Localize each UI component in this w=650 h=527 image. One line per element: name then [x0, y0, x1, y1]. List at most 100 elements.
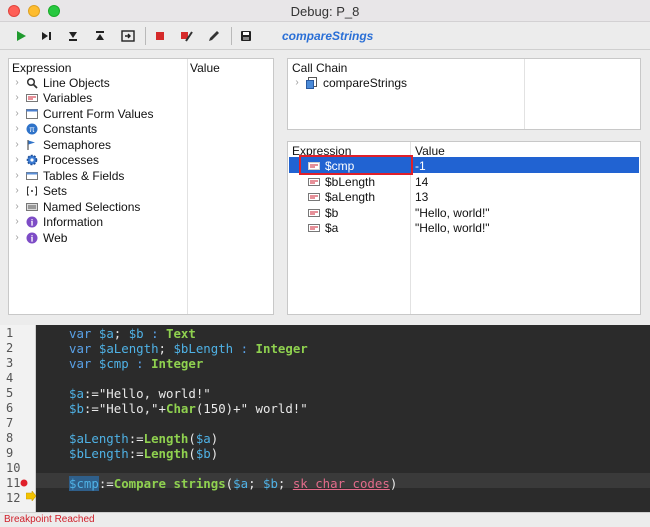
edit-button[interactable]	[204, 26, 224, 46]
locals-value-a: "Hello, world!"	[415, 221, 490, 235]
code-line-5: $a:="Hello, world!"	[69, 386, 211, 401]
chevron-right-icon[interactable]: ›	[12, 123, 22, 134]
locals-row-a[interactable]: $a	[308, 220, 338, 235]
step-out-button[interactable]	[90, 26, 110, 46]
play-icon	[17, 31, 26, 41]
save-icon	[241, 31, 251, 41]
variable-icon	[26, 92, 38, 104]
constant-icon: π	[26, 123, 38, 135]
chevron-right-icon[interactable]: ›	[12, 216, 22, 227]
status-text: Breakpoint Reached	[4, 514, 95, 525]
abort-icon	[121, 30, 135, 42]
tree-item-named-selections[interactable]: › Named Selections	[12, 199, 140, 214]
method-icon	[306, 76, 318, 89]
step-over-button[interactable]	[37, 26, 57, 46]
variable-icon	[308, 207, 320, 219]
chevron-right-icon[interactable]: ›	[12, 185, 22, 196]
set-icon	[26, 185, 38, 197]
magnifier-icon	[26, 77, 38, 89]
step-into-icon	[69, 32, 77, 41]
title-bar: Debug: P_8	[0, 0, 650, 22]
breakpoint-edit-icon	[181, 31, 193, 42]
tree-item-information[interactable]: › i Information	[12, 214, 103, 229]
highlight-annotation-box	[299, 155, 413, 175]
web-icon: i	[26, 232, 38, 244]
code-line-2: var $aLength; $bLength : Integer	[69, 341, 308, 356]
chevron-right-icon[interactable]: ›	[292, 77, 302, 88]
stop-icon	[156, 32, 164, 40]
chevron-right-icon[interactable]: ›	[12, 92, 22, 103]
locals-value-b: "Hello, world!"	[415, 206, 490, 220]
line-number: 12	[6, 491, 21, 505]
tree-item-line-objects[interactable]: › Line Objects	[12, 75, 109, 90]
code-editor[interactable]: 1 2 3 4 5 6 7 8 9 10 11 12 var $a; $b : …	[0, 325, 650, 512]
tree-item-constants[interactable]: › π Constants	[12, 121, 97, 136]
code-line-9: $bLength:=Length($b)	[69, 446, 219, 461]
code-line-11: $cmp:=Compare strings($a; $b; sk char co…	[69, 476, 398, 491]
line-number: 1	[6, 326, 14, 340]
line-number: 2	[6, 341, 14, 355]
variable-icon	[308, 176, 320, 188]
chevron-right-icon[interactable]: ›	[12, 139, 22, 150]
edit-breakpoints-button[interactable]	[177, 26, 197, 46]
selection-icon	[26, 201, 38, 213]
flag-icon	[26, 139, 38, 151]
locals-row-alength[interactable]: $aLength	[308, 189, 375, 204]
chevron-right-icon[interactable]: ›	[12, 77, 22, 88]
expression-column-header[interactable]: Expression	[12, 61, 71, 75]
code-line-8: $aLength:=Length($a)	[69, 431, 219, 446]
line-number: 10	[6, 461, 21, 475]
step-out-icon	[96, 31, 104, 40]
step-over-icon	[42, 32, 51, 40]
stop-button[interactable]	[150, 26, 170, 46]
call-chain-item[interactable]: › compareStrings	[292, 75, 407, 90]
code-line-6: $b:="Hello,"+Char(150)+" world!"	[69, 401, 308, 416]
locals-row-blength[interactable]: $bLength	[308, 174, 375, 189]
code-line-3: var $cmp : Integer	[69, 356, 204, 371]
locals-panel: Expression Value $cmp -1 $bLength 14 $aL…	[287, 141, 641, 315]
chevron-right-icon[interactable]: ›	[12, 232, 22, 243]
tree-item-current-form-values[interactable]: › Current Form Values	[12, 106, 153, 121]
locals-row-b[interactable]: $b	[308, 205, 338, 220]
locals-value-blength: 14	[415, 175, 429, 189]
window-title: Debug: P_8	[290, 4, 360, 19]
tree-item-tables-fields[interactable]: › Tables & Fields	[12, 168, 124, 183]
status-bar: Breakpoint Reached	[0, 512, 650, 527]
code-line-1: var $a; $b : Text	[69, 326, 196, 341]
variable-icon	[308, 222, 320, 234]
tree-item-variables[interactable]: › Variables	[12, 90, 92, 105]
chevron-right-icon[interactable]: ›	[12, 201, 22, 212]
execution-pointer-icon	[26, 491, 36, 501]
chevron-right-icon[interactable]: ›	[12, 108, 22, 119]
chevron-right-icon[interactable]: ›	[12, 154, 22, 165]
form-icon	[26, 108, 38, 120]
step-into-button[interactable]	[63, 26, 83, 46]
tree-item-sets[interactable]: › Sets	[12, 183, 67, 198]
breakpoint-dot-icon[interactable]	[20, 479, 28, 487]
table-icon	[26, 170, 38, 182]
run-button[interactable]	[11, 26, 31, 46]
line-number: 8	[6, 431, 14, 445]
tree-item-processes[interactable]: › Processes	[12, 152, 99, 167]
current-method-name: compareStrings	[282, 29, 374, 43]
abort-button[interactable]	[118, 26, 138, 46]
tree-item-web[interactable]: › i Web	[12, 230, 67, 245]
line-number: 7	[6, 416, 14, 430]
svg-text:π: π	[29, 125, 35, 134]
save-button[interactable]	[236, 26, 256, 46]
gear-icon	[26, 154, 38, 166]
tree-item-semaphores[interactable]: › Semaphores	[12, 137, 111, 152]
locals-value-header[interactable]: Value	[415, 144, 445, 158]
chevron-right-icon[interactable]: ›	[12, 170, 22, 181]
line-number: 9	[6, 446, 14, 460]
value-column-header[interactable]: Value	[190, 61, 220, 75]
line-number: 4	[6, 371, 14, 385]
line-number: 5	[6, 386, 14, 400]
pencil-icon	[209, 31, 219, 41]
line-number-gutter[interactable]: 1 2 3 4 5 6 7 8 9 10 11 12	[0, 325, 36, 512]
locals-value-alength: 13	[415, 190, 429, 204]
call-chain-header: Call Chain	[292, 61, 348, 75]
expression-panel: Expression Value › Line Objects › Variab…	[8, 58, 274, 315]
line-number: 6	[6, 401, 14, 415]
variable-icon	[308, 191, 320, 203]
